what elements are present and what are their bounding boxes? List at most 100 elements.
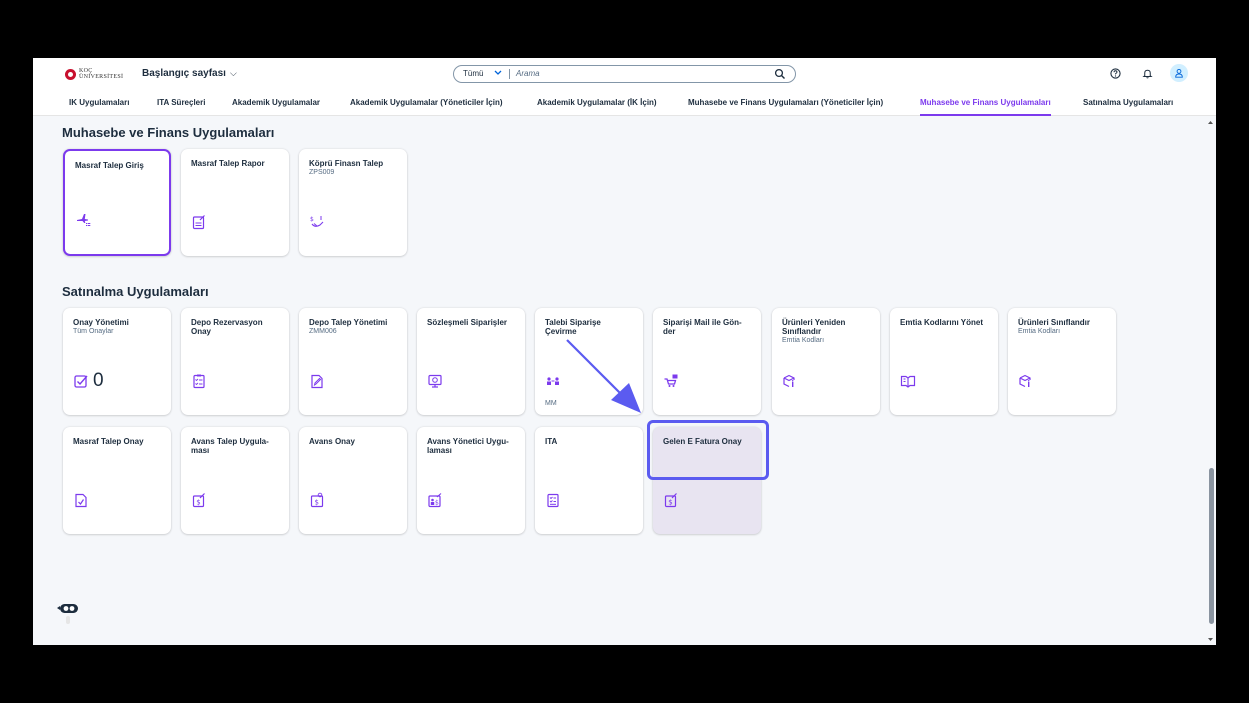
tab-akademik-uygulamalar[interactable]: Akademik Uygulamalar <box>232 98 320 107</box>
search-icon[interactable] <box>774 68 786 80</box>
logo-text-bottom: ÜNİVERSİTESİ <box>79 74 124 80</box>
open-book-icon <box>900 375 916 388</box>
tile-title: Avans Yönetici Uygu-laması <box>427 437 509 455</box>
logo-text: KOÇ ÜNİVERSİTESİ <box>79 68 123 80</box>
tile-title: Köprü Finasn Talep <box>309 159 384 168</box>
manager-dollar-icon: $ <box>428 493 442 508</box>
chevron-down-icon: ⌵ <box>229 68 237 78</box>
tile-title: Ürünleri Sınıflandır <box>1018 318 1091 327</box>
tile-title: Masraf Talep Giriş <box>75 161 144 170</box>
document-approve-icon <box>75 493 87 508</box>
tile-urunleri-siniflandir[interactable]: Ürünleri Sınıflandır Emtia Kodları <box>1008 308 1116 415</box>
edit-document-icon <box>311 374 323 389</box>
search-input[interactable]: Arama <box>516 69 540 78</box>
search-bar[interactable]: Tümü Arama <box>453 65 796 83</box>
tile-title: Depo Rezervasyon Onay <box>191 318 263 336</box>
tile-title: Ürünleri Yeniden Sınıflandır <box>782 318 846 336</box>
tile-ita[interactable]: ITA <box>535 427 643 534</box>
shell-header: KOÇ ÜNİVERSİTESİ Başlangıç sayfası ⌵ Tümü… <box>33 58 1216 90</box>
tab-ik-uygulamalari[interactable]: IK Uygulamaları <box>69 98 129 107</box>
search-separator <box>509 69 510 79</box>
product-classify-icon <box>1019 374 1031 388</box>
tile-title: Masraf Talep Onay <box>73 437 144 446</box>
section-title-satinalma: Satınalma Uygulamaları <box>62 284 209 299</box>
tab-muhasebe-finans[interactable]: Muhasebe ve Finans Uygulamaları <box>920 98 1051 116</box>
tab-satinalma[interactable]: Satınalma Uygulamaları <box>1083 98 1173 107</box>
svg-text:$: $ <box>315 499 319 507</box>
tile-footer: MM <box>545 400 557 407</box>
mail-cart-icon <box>664 374 678 387</box>
tile-emtia-kodlarini-yonet[interactable]: Emtia Kodlarını Yönet <box>890 308 998 415</box>
dollar-document-icon: $ <box>192 493 205 508</box>
joule-assistant-icon[interactable] <box>56 601 80 627</box>
tile-title: Onay Yönetimi <box>73 318 129 327</box>
tile-siparisi-mail-ile-gonder[interactable]: Siparişi Mail ile Gön-der <box>653 308 761 415</box>
tile-title: Masraf Talep Rapor <box>191 159 265 168</box>
shell-bar: KOÇ ÜNİVERSİTESİ Başlangıç sayfası ⌵ Tümü… <box>33 58 1216 116</box>
tile-masraf-talep-onay[interactable]: Masraf Talep Onay <box>63 427 171 534</box>
tile-avans-yonetici-uygulamasi[interactable]: Avans Yönetici Uygu-laması $ <box>417 427 525 534</box>
shell-actions <box>1106 64 1188 82</box>
koc-university-logo[interactable]: KOÇ ÜNİVERSİTESİ <box>65 67 127 81</box>
tile-title: Depo Talep Yönetimi <box>309 318 388 327</box>
tab-bar: IK Uygulamaları ITA Süreçleri Akademik U… <box>33 90 1216 116</box>
tile-avans-talep-uygulamasi[interactable]: Avans Talep Uygula-ması $ <box>181 427 289 534</box>
checklist-document-icon <box>547 493 559 508</box>
money-hand-icon: $ <box>310 216 324 227</box>
tab-muhasebe-yoneticiler[interactable]: Muhasebe ve Finans Uygulamaları (Yönetic… <box>688 98 883 107</box>
scrollbar-thumb[interactable] <box>1209 468 1214 624</box>
chevron-down-icon[interactable] <box>494 68 502 78</box>
logo-mark-icon <box>65 68 76 80</box>
approval-check-icon <box>74 375 88 388</box>
tab-akademik-ik[interactable]: Akademik Uygulamalar (İK İçin) <box>537 98 657 107</box>
search-scope-select[interactable]: Tümü <box>463 69 483 78</box>
svg-text:$: $ <box>310 216 314 223</box>
travel-expense-icon <box>77 214 91 226</box>
bell-icon[interactable] <box>1138 64 1156 82</box>
tile-title: Avans Onay <box>309 437 355 446</box>
svg-text:$: $ <box>668 499 672 507</box>
svg-text:$: $ <box>435 500 439 507</box>
section-title-muhasebe: Muhasebe ve Finans Uygulamaları <box>62 125 275 140</box>
tile-subtitle: ZPS009 <box>309 169 335 176</box>
home-page-title: Başlangıç sayfası <box>142 68 226 79</box>
product-classify-icon <box>783 374 795 388</box>
dollar-document-icon: $ <box>664 493 677 508</box>
user-icon[interactable] <box>1170 64 1188 82</box>
scroll-up-icon[interactable] <box>1208 120 1213 125</box>
tile-count: 0 <box>93 370 104 391</box>
tile-title: ITA <box>545 437 558 446</box>
tile-subtitle: Emtia Kodları <box>1018 328 1061 335</box>
tile-title: Sözleşmeli Siparişler <box>427 318 508 327</box>
tile-urunleri-yeniden-siniflandir[interactable]: Ürünleri Yeniden Sınıflandır Emtia Kodla… <box>772 308 880 415</box>
tile-title: Talebi Siparişe Çevirme <box>545 318 601 336</box>
vertical-scrollbar[interactable] <box>1208 122 1214 642</box>
tile-depo-talep-yonetimi[interactable]: Depo Talep Yönetimi ZMM006 <box>299 308 407 415</box>
tab-ita-surecleri[interactable]: ITA Süreçleri <box>157 98 205 107</box>
tab-akademik-yoneticiler[interactable]: Akademik Uygulamalar (Yöneticiler İçin) <box>350 98 503 107</box>
expense-report-icon <box>192 215 205 230</box>
annotation-arrow <box>566 339 641 413</box>
tile-subtitle: ZMM006 <box>309 328 337 335</box>
tile-avans-onay[interactable]: Avans Onay $ <box>299 427 407 534</box>
checklist-icon <box>193 374 205 389</box>
home-page-menu[interactable]: Başlangıç sayfası ⌵ <box>142 68 237 79</box>
tile-title: Avans Talep Uygula-ması <box>191 437 269 455</box>
tile-masraf-talep-giris[interactable]: Masraf Talep Giriş <box>63 149 171 256</box>
dollar-approval-icon: $ <box>310 492 324 508</box>
tile-title: Siparişi Mail ile Gön-der <box>663 318 742 336</box>
tile-depo-rezervasyon-onay[interactable]: Depo Rezervasyon Onay <box>181 308 289 415</box>
tile-onay-yonetimi[interactable]: Onay Yönetimi Tüm Onaylar 0 <box>63 308 171 415</box>
scroll-down-icon[interactable] <box>1208 637 1213 642</box>
help-icon[interactable] <box>1106 64 1124 82</box>
launchpad-window: KOÇ ÜNİVERSİTESİ Başlangıç sayfası ⌵ Tümü… <box>33 58 1216 645</box>
tile-kopru-finasn-talep[interactable]: Köprü Finasn Talep ZPS009 $ <box>299 149 407 256</box>
tile-subtitle: Emtia Kodları <box>782 337 825 344</box>
contract-screen-icon <box>428 374 442 388</box>
tile-sozlesmeli-siparisler[interactable]: Sözleşmeli Siparişler <box>417 308 525 415</box>
tile-subtitle: Tüm Onaylar <box>73 328 114 335</box>
tile-masraf-talep-rapor[interactable]: Masraf Talep Rapor <box>181 149 289 256</box>
highlight-box-annotation <box>647 420 769 480</box>
svg-text:$: $ <box>196 499 200 507</box>
people-transfer-icon <box>547 377 559 385</box>
